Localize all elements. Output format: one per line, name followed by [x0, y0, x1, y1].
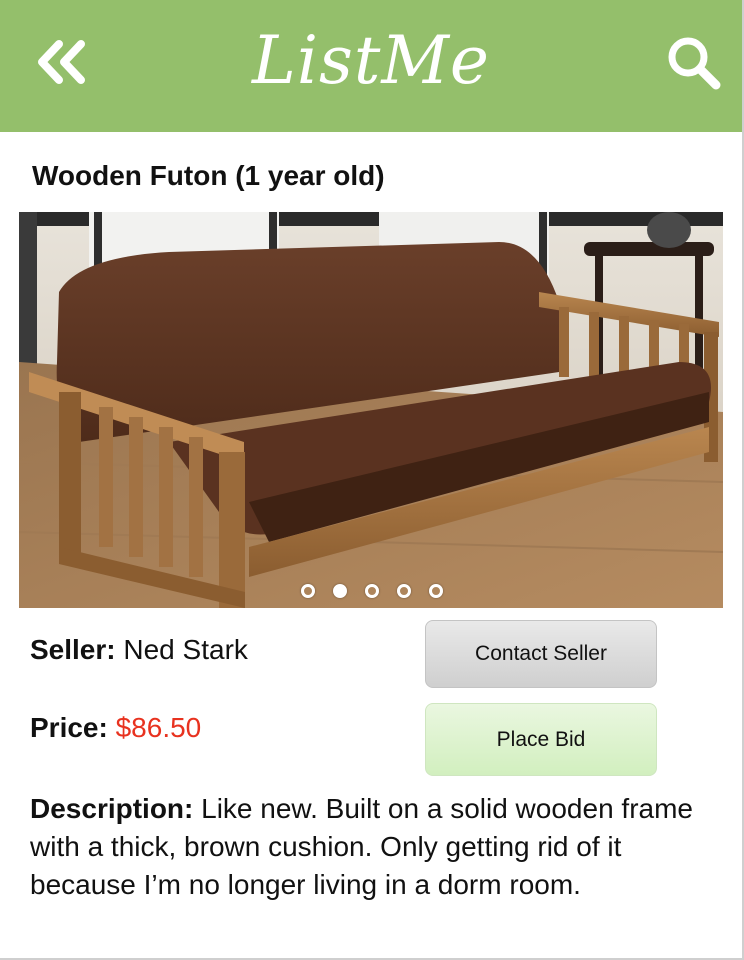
contact-seller-button[interactable]: Contact Seller: [425, 620, 657, 688]
carousel-indicators: [19, 584, 723, 598]
seller-info: Seller: Ned Stark: [30, 634, 248, 666]
price-value: $86.50: [115, 712, 202, 743]
listing-description: Description: Like new. Built on a solid …: [30, 790, 720, 904]
seller-name: Ned Stark: [123, 634, 248, 665]
place-bid-button[interactable]: Place Bid: [425, 703, 657, 776]
search-button[interactable]: [660, 32, 728, 94]
listing-title: Wooden Futon (1 year old): [32, 160, 385, 191]
carousel-dot-active[interactable]: [333, 584, 347, 598]
price-info: Price: $86.50: [30, 712, 201, 744]
listing-photo-carousel[interactable]: [19, 212, 723, 608]
futon-photo: [19, 212, 723, 608]
carousel-dot[interactable]: [429, 584, 443, 598]
carousel-dot[interactable]: [365, 584, 379, 598]
app-frame: ListMe Wooden Futon (1 year old) Seller:…: [0, 0, 744, 960]
app-logo: ListMe: [252, 22, 490, 99]
carousel-dot[interactable]: [301, 584, 315, 598]
price-label: Price:: [30, 712, 108, 743]
seller-label: Seller:: [30, 634, 116, 665]
carousel-dot[interactable]: [397, 584, 411, 598]
app-header: ListMe: [0, 0, 742, 132]
search-icon: [668, 37, 721, 90]
description-label: Description:: [30, 793, 194, 824]
